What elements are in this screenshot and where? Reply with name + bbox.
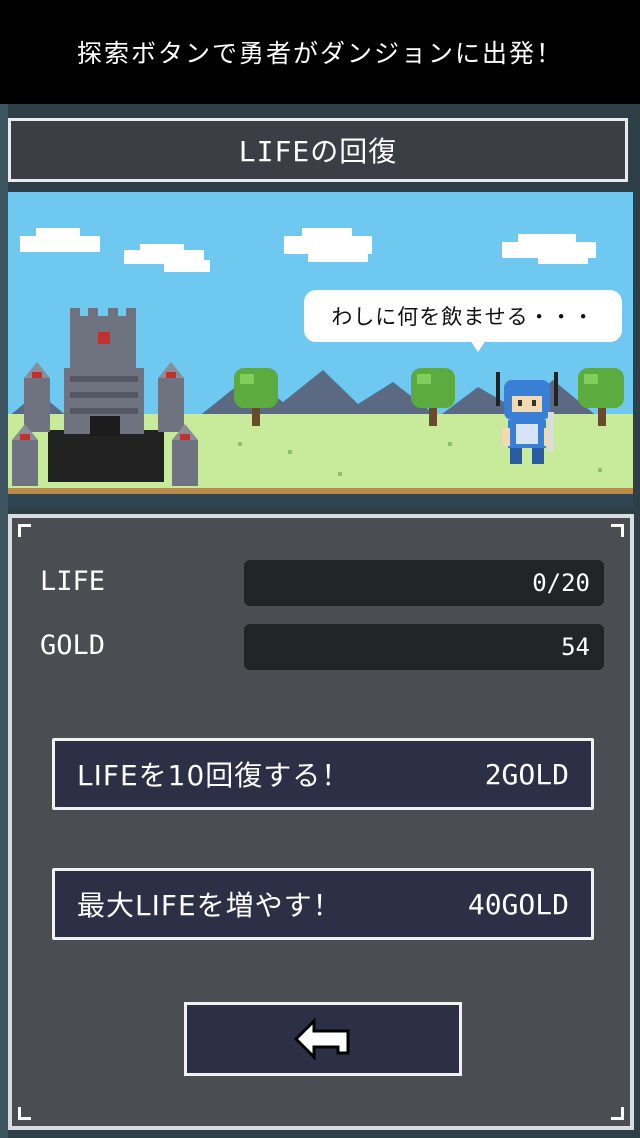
- gold-value: 54: [561, 633, 590, 661]
- scene-illustration: [8, 192, 633, 508]
- hint-banner: 探索ボタンで勇者がダンジョンに出発！: [0, 0, 640, 104]
- screen-title: LIFEの回復: [8, 118, 628, 182]
- increase-max-life-cost: 40GOLD: [467, 887, 569, 921]
- background-strip-left: [0, 104, 8, 1138]
- speech-bubble-tail: [470, 340, 486, 352]
- heal-life-cost: 2GOLD: [484, 757, 569, 791]
- hint-banner-text: 探索ボタンで勇者がダンジョンに出発！: [76, 39, 563, 68]
- heal-life-label: LIFEを10回復する！: [77, 759, 351, 792]
- game-scene: わしに何を飲ませる・・・: [8, 192, 633, 508]
- life-label: LIFE: [40, 566, 106, 597]
- speech-bubble: わしに何を飲ませる・・・: [304, 290, 622, 342]
- back-button[interactable]: [184, 1002, 462, 1076]
- corner-decoration: [18, 1107, 31, 1120]
- increase-max-life-button[interactable]: 最大LIFEを増やす！ 40GOLD: [52, 868, 594, 940]
- life-value-box: 0/20: [244, 560, 604, 606]
- corner-decoration: [611, 1107, 624, 1120]
- corner-decoration: [611, 524, 624, 537]
- corner-decoration: [18, 524, 31, 537]
- increase-max-life-label: 最大LIFEを増やす！: [77, 889, 342, 922]
- gold-value-box: 54: [244, 624, 604, 670]
- life-value: 0/20: [532, 569, 590, 597]
- heal-life-button[interactable]: LIFEを10回復する！ 2GOLD: [52, 738, 594, 810]
- recovery-panel: LIFE 0/20 GOLD 54 LIFEを10回復する！ 2GOLD 最大L…: [8, 514, 634, 1130]
- screen-title-text: LIFEの回復: [238, 135, 398, 168]
- speech-text: わしに何を飲ませる・・・: [331, 305, 595, 329]
- gold-label: GOLD: [40, 630, 106, 661]
- return-arrow-icon: [293, 1017, 350, 1061]
